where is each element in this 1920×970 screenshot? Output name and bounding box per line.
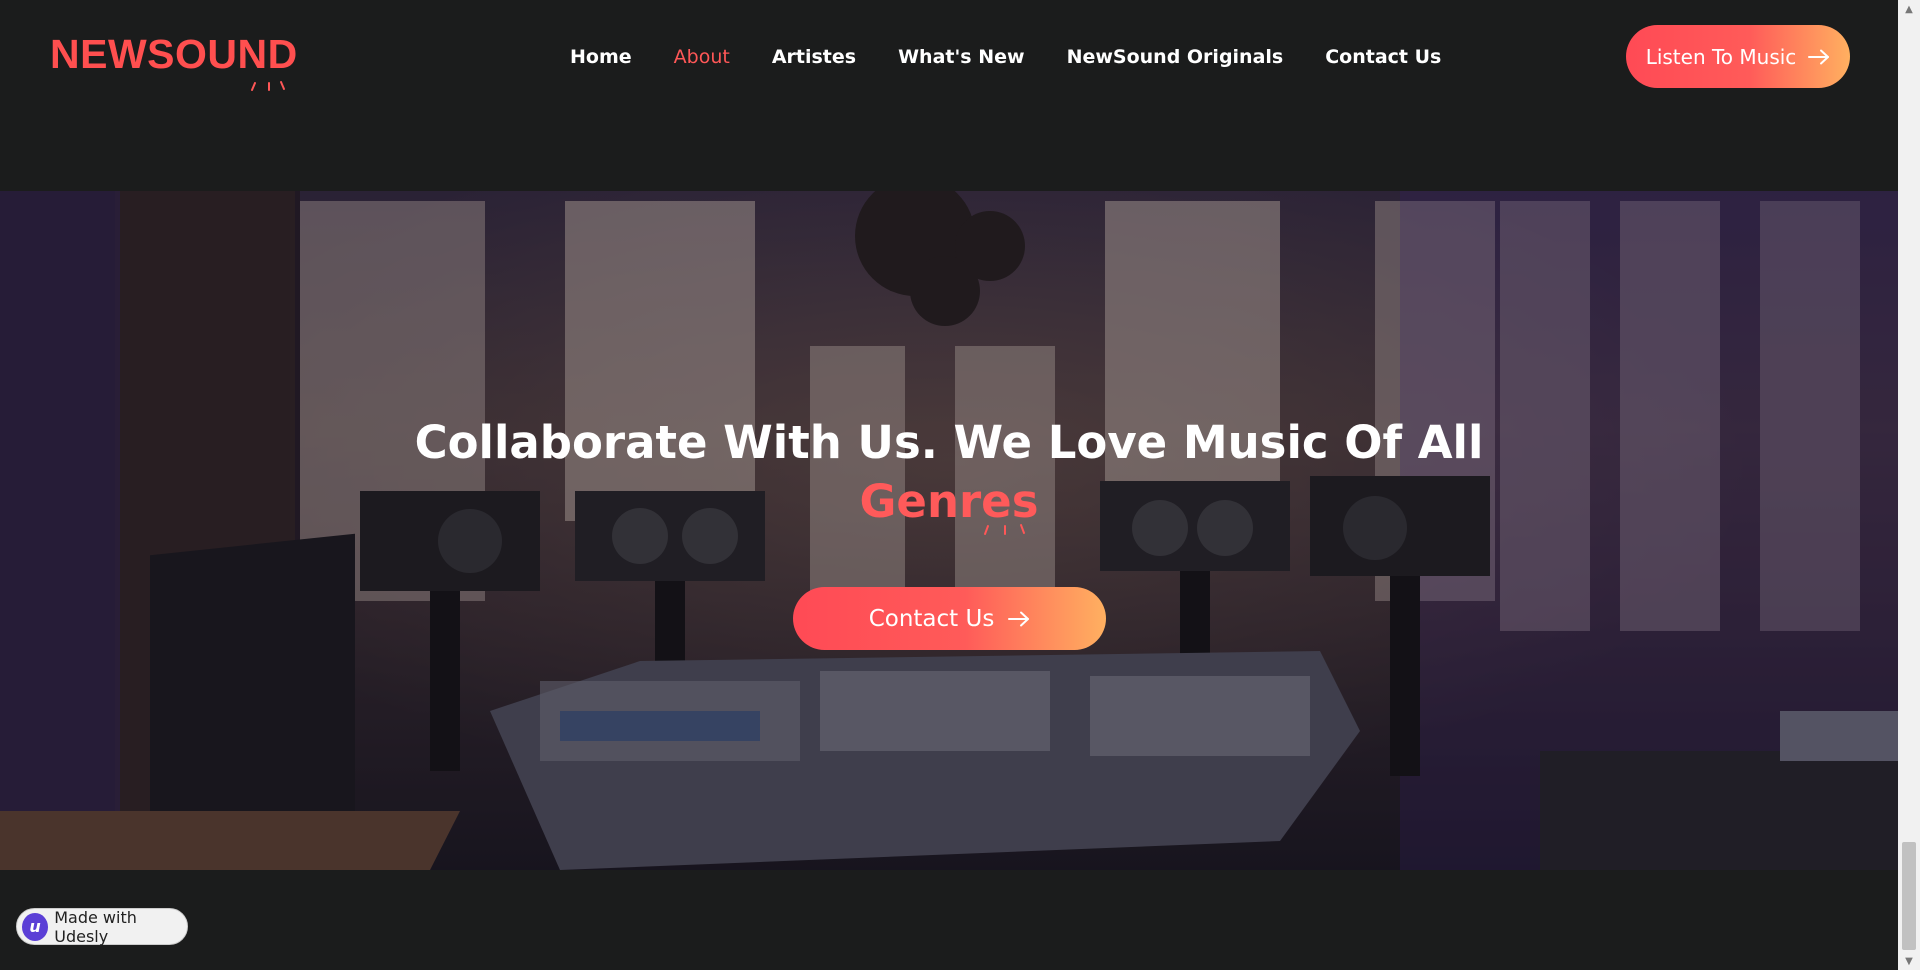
arrow-right-icon	[1008, 611, 1030, 626]
hero-section: Collaborate With Us. We Love Music Of Al…	[0, 191, 1898, 870]
nav-item-home[interactable]: Home	[570, 46, 632, 68]
page: NEWSOUND Home About Artistes What's New …	[0, 0, 1920, 970]
udesly-logo-icon: u	[22, 912, 49, 941]
hero-title: Collaborate With Us. We Love Music Of Al…	[0, 413, 1898, 531]
nav-item-newsound-originals[interactable]: NewSound Originals	[1067, 46, 1284, 68]
badge-label: Made with Udesly	[54, 907, 137, 946]
nav-item-whats-new[interactable]: What's New	[898, 46, 1024, 68]
nav-item-artistes[interactable]: Artistes	[772, 46, 856, 68]
made-with-udesly-badge[interactable]: u Made with Udesly	[16, 907, 188, 946]
main-nav: Home About Artistes What's New NewSound …	[570, 46, 1441, 68]
site-header: NEWSOUND Home About Artistes What's New …	[0, 0, 1898, 116]
nav-item-about[interactable]: About	[674, 46, 730, 68]
scrollbar-thumb[interactable]	[1902, 842, 1916, 950]
arrow-right-icon	[1808, 49, 1830, 64]
nav-item-contact-us[interactable]: Contact Us	[1325, 46, 1441, 68]
listen-to-music-button[interactable]: Listen To Music	[1626, 25, 1850, 88]
spark-icon	[251, 81, 285, 91]
scroll-up-arrow-icon[interactable]: ▲	[1898, 0, 1920, 18]
hero-title-line: Collaborate With Us. We Love Music Of Al…	[414, 416, 1484, 469]
listen-to-music-label: Listen To Music	[1645, 44, 1797, 69]
brand-logo[interactable]: NEWSOUND	[50, 34, 298, 75]
hero-contact-us-button[interactable]: Contact Us	[793, 587, 1106, 650]
hero-contact-us-label: Contact Us	[868, 605, 995, 632]
vertical-scrollbar[interactable]: ▲ ▼	[1898, 0, 1920, 970]
scroll-down-arrow-icon[interactable]: ▼	[1898, 952, 1920, 970]
spark-icon	[984, 524, 1025, 535]
